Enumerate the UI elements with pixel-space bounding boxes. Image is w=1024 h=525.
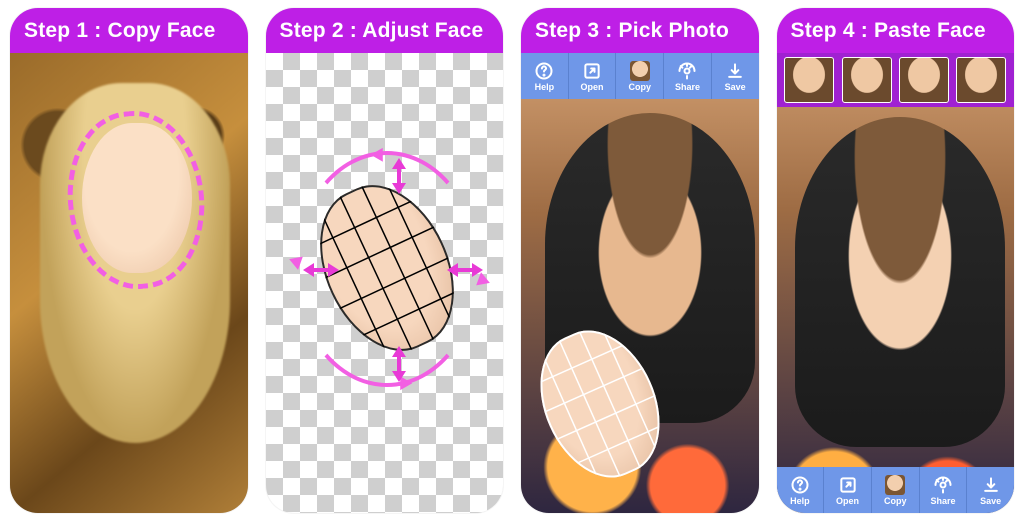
open-icon	[838, 475, 858, 495]
button-label: Help	[535, 82, 555, 92]
step-body: Help Open Copy Share	[777, 53, 1015, 513]
open-button[interactable]: Open	[569, 53, 617, 99]
source-photo[interactable]	[10, 53, 248, 513]
step-title: Step 1 : Copy Face	[24, 19, 215, 43]
save-button[interactable]: Save	[712, 53, 759, 99]
step-card-2: Step 2 : Adjust Face	[266, 8, 504, 513]
step-card-3: Step 3 : Pick Photo Help Open Copy	[521, 8, 759, 513]
gallery-face-4[interactable]	[956, 57, 1006, 103]
download-icon	[981, 475, 1001, 495]
button-label: Open	[836, 496, 859, 506]
step-header: Step 2 : Adjust Face	[266, 8, 504, 53]
share-button[interactable]: Share	[664, 53, 712, 99]
transparent-canvas[interactable]	[266, 53, 504, 513]
result-canvas: Help Open Copy Share	[777, 53, 1015, 513]
result-portrait	[795, 117, 1005, 447]
download-icon	[725, 61, 745, 81]
button-label: Open	[581, 82, 604, 92]
copy-button[interactable]: Copy	[616, 53, 664, 99]
open-icon	[582, 61, 602, 81]
toolbar: Help Open Copy Share	[521, 53, 759, 99]
screenshot-row: Step 1 : Copy Face Step 2 : Adjust Face	[0, 0, 1024, 521]
step-card-1: Step 1 : Copy Face	[10, 8, 248, 513]
share-icon	[677, 61, 697, 81]
face-thumb-icon	[885, 475, 905, 495]
button-label: Copy	[629, 82, 652, 92]
button-label: Share	[675, 82, 700, 92]
face-thumb-icon	[630, 61, 650, 81]
step-title: Step 3 : Pick Photo	[535, 19, 729, 43]
share-icon	[933, 475, 953, 495]
gallery-face-2[interactable]	[842, 57, 892, 103]
copy-button[interactable]: Copy	[872, 467, 920, 513]
save-button[interactable]: Save	[967, 467, 1014, 513]
step-header: Step 1 : Copy Face	[10, 8, 248, 53]
toolbar: Help Open Copy Share	[777, 467, 1015, 513]
open-button[interactable]: Open	[824, 467, 872, 513]
step-header: Step 3 : Pick Photo	[521, 8, 759, 53]
button-label: Save	[980, 496, 1001, 506]
gallery-face-3[interactable]	[899, 57, 949, 103]
gallery-face-1[interactable]	[784, 57, 834, 103]
scale-handle-top[interactable]	[392, 151, 406, 201]
step-body: Help Open Copy Share	[521, 53, 759, 513]
step-title: Step 4 : Paste Face	[791, 19, 986, 43]
face-gallery	[777, 53, 1015, 107]
step-card-4: Step 4 : Paste Face Help	[777, 8, 1015, 513]
step-body	[266, 53, 504, 513]
step-header: Step 4 : Paste Face	[777, 8, 1015, 53]
help-icon	[790, 475, 810, 495]
scale-handle-right[interactable]	[440, 263, 490, 277]
share-button[interactable]: Share	[920, 467, 968, 513]
target-photo[interactable]: Help Open Copy Share	[521, 53, 759, 513]
scale-handle-bottom[interactable]	[392, 339, 406, 389]
help-icon	[534, 61, 554, 81]
button-label: Help	[790, 496, 810, 506]
help-button[interactable]: Help	[521, 53, 569, 99]
scale-handle-left[interactable]	[296, 263, 346, 277]
help-button[interactable]: Help	[777, 467, 825, 513]
button-label: Save	[725, 82, 746, 92]
button-label: Copy	[884, 496, 907, 506]
step-title: Step 2 : Adjust Face	[280, 19, 484, 43]
button-label: Share	[930, 496, 955, 506]
step-body	[10, 53, 248, 513]
